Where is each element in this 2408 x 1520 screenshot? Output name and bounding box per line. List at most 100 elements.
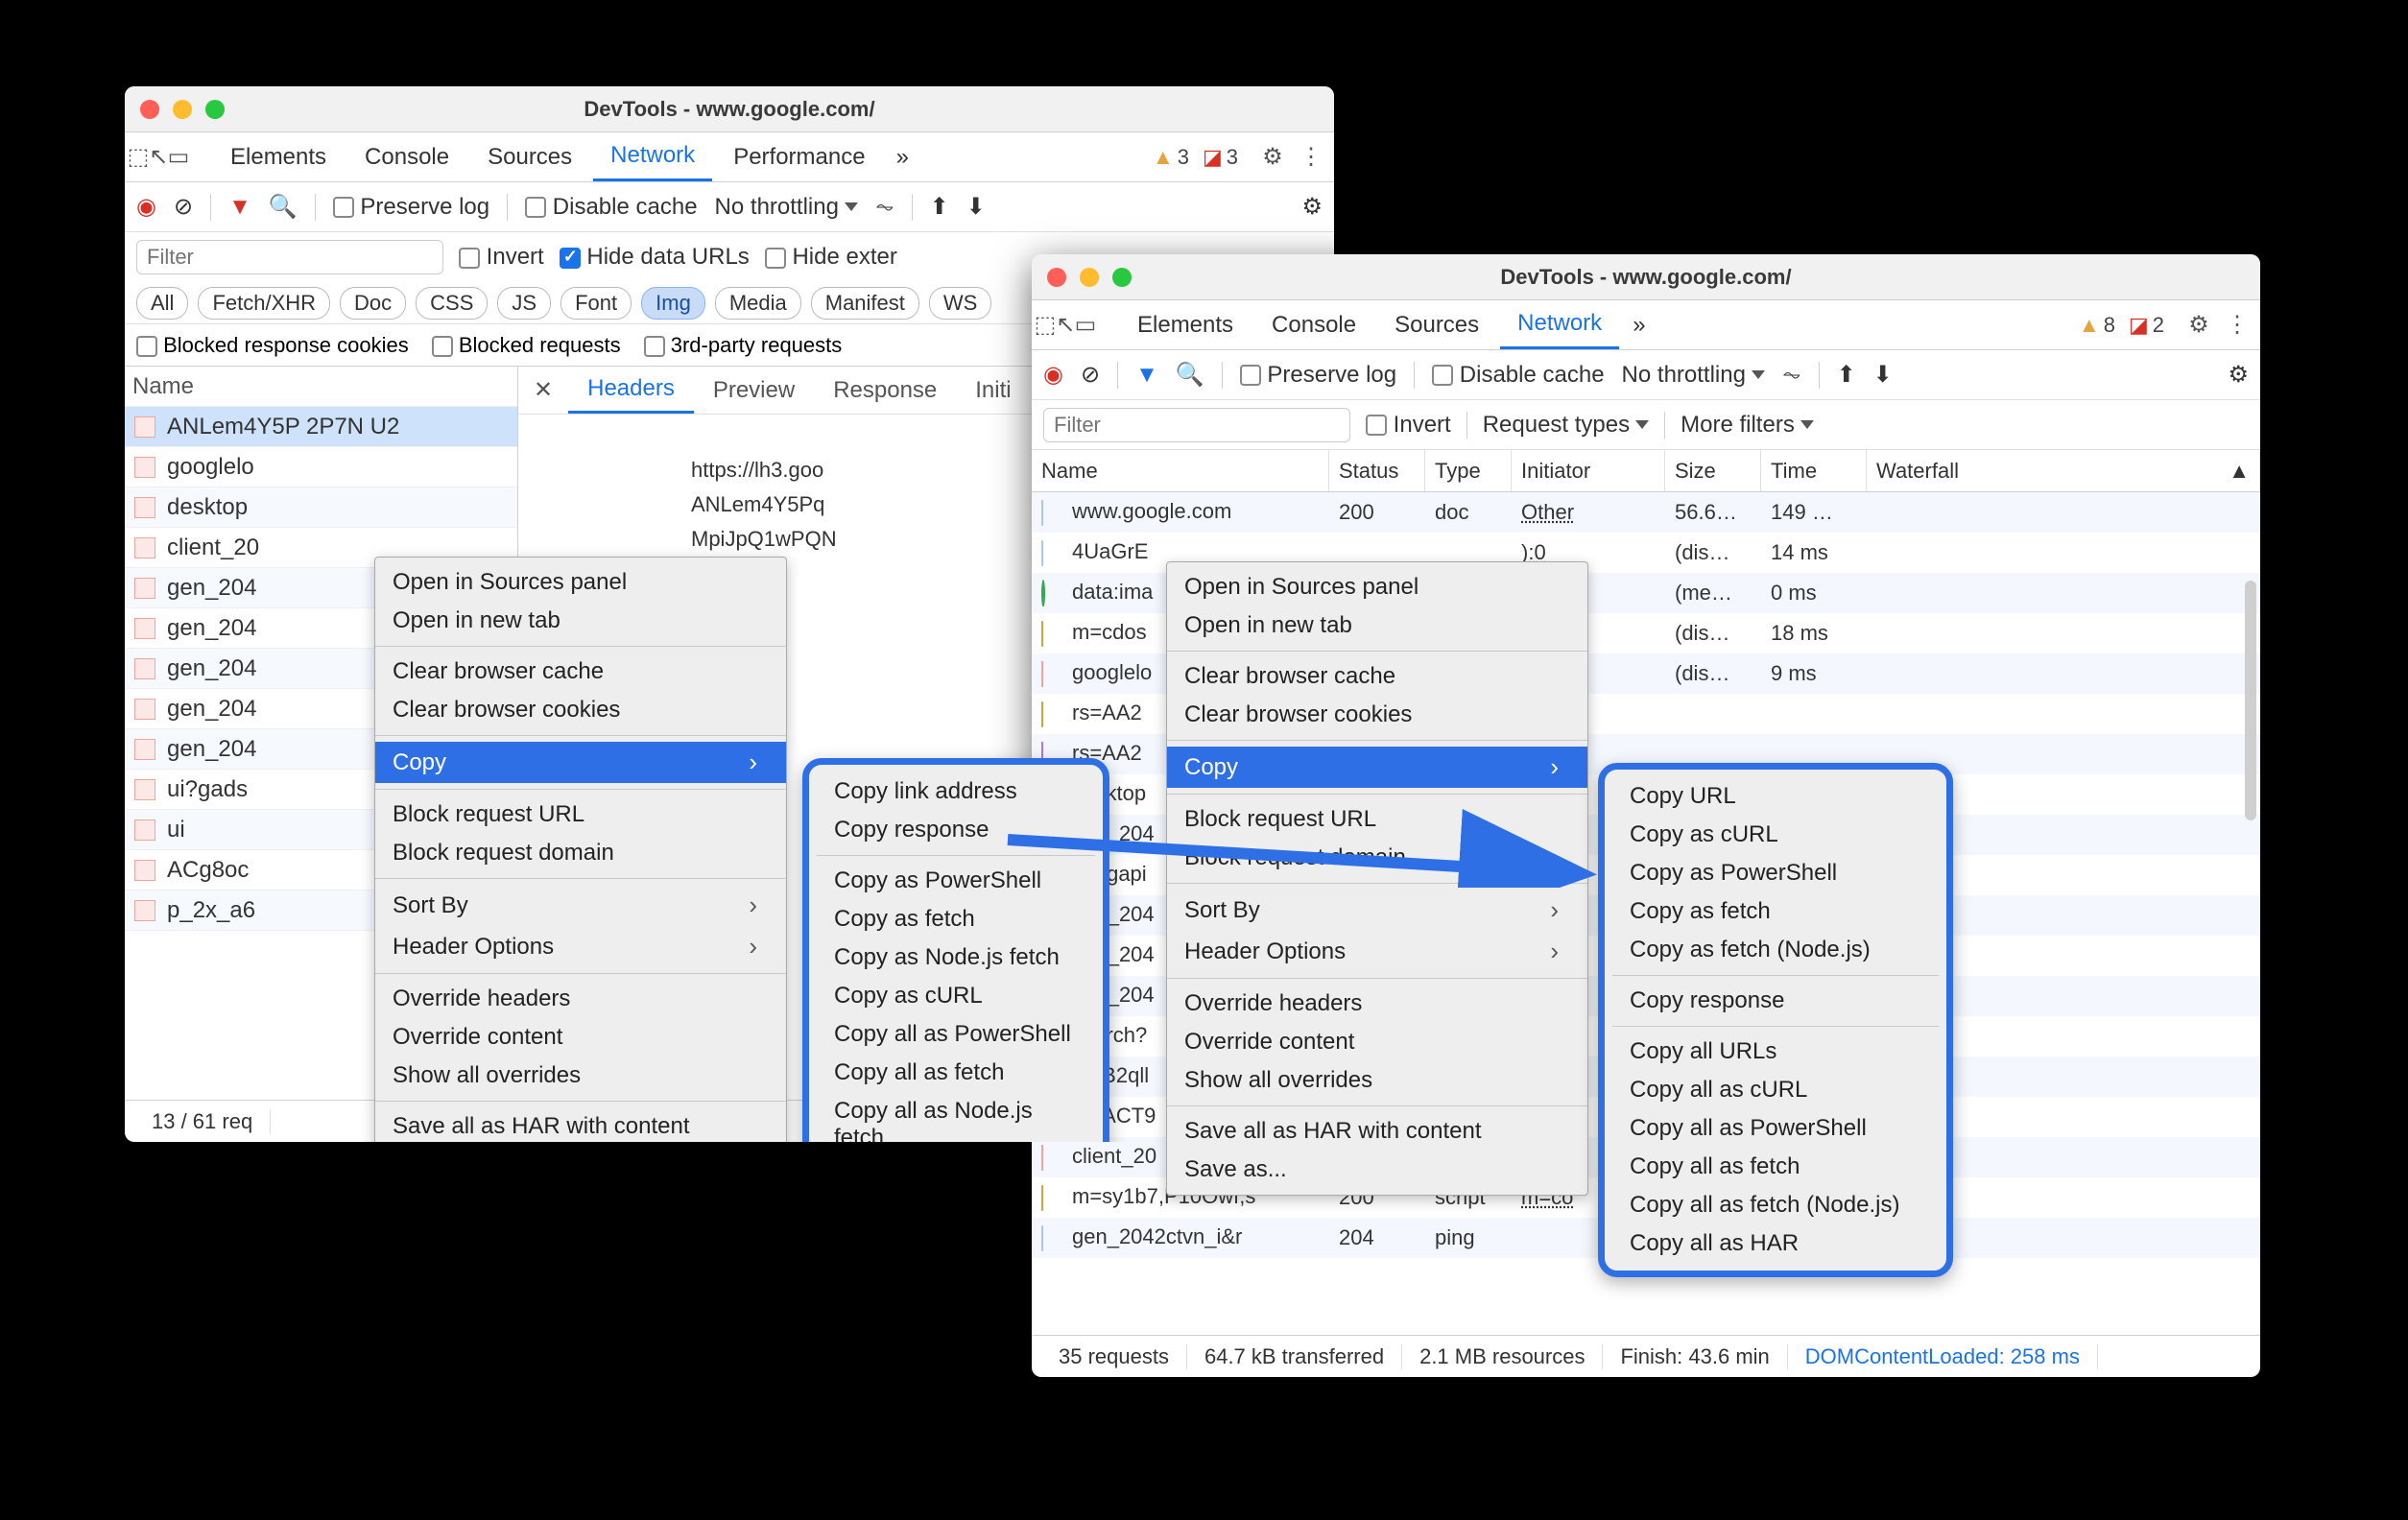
menu-item[interactable]: Open in new tab [1167,606,1587,645]
upload-icon[interactable]: ⬆ [930,193,949,221]
hide-extensions[interactable]: Hide exter [765,244,897,271]
zoom-icon[interactable] [1112,268,1132,287]
menu-item[interactable]: Clear browser cache [375,653,786,691]
submenu-item[interactable]: Copy all as Node.js fetch [809,1092,1103,1142]
submenu-item[interactable]: Copy all as fetch [809,1054,1103,1092]
menu-item[interactable]: Open in Sources panel [1167,568,1587,606]
throttling-select[interactable]: No throttling [715,194,858,221]
search-icon[interactable]: 🔍 [1176,361,1204,389]
errors-badge[interactable]: ◪3 [1203,145,1238,170]
col-name[interactable]: Name [1032,450,1329,491]
type-filter-all[interactable]: All [136,287,188,320]
invert-checkbox[interactable]: Invert [1366,412,1451,439]
more-filters[interactable]: More filters [1681,412,1814,439]
type-filter-media[interactable]: Media [715,287,801,320]
upload-icon[interactable]: ⬆ [1837,361,1856,389]
menu-item[interactable]: Show all overrides [1167,1061,1587,1100]
menu-item[interactable]: Sort By [375,885,786,926]
clear-icon[interactable]: ⊘ [174,193,193,221]
submenu-item[interactable]: Copy all as PowerShell [809,1015,1103,1054]
menu-item[interactable]: Block request domain [375,834,786,872]
filter-icon[interactable]: ▼ [1135,362,1158,389]
tab-elements[interactable]: Elements [213,132,344,181]
request-row[interactable]: desktop [125,487,517,528]
filter-input[interactable] [1043,408,1350,442]
warnings-badge[interactable]: ▲3 [1153,145,1189,170]
request-row[interactable]: googlelo [125,447,517,487]
throttling-select[interactable]: No throttling [1622,362,1765,389]
type-filter-ws[interactable]: WS [929,287,991,320]
headers-tab[interactable]: Headers [568,367,694,414]
menu-item[interactable]: Override content [375,1018,786,1057]
submenu-item[interactable]: Copy all as fetch (Node.js) [1605,1186,1946,1224]
hide-data-urls[interactable]: Hide data URLs [560,244,750,271]
preserve-log[interactable]: Preserve log [333,194,489,221]
submenu-item[interactable]: Copy as cURL [1605,816,1946,854]
gear-icon[interactable]: ⚙ [1301,193,1323,221]
gear-icon[interactable]: ⚙ [2228,361,2249,389]
submenu-item[interactable]: Copy as PowerShell [1605,854,1946,892]
menu-item[interactable]: Open in new tab [375,602,786,640]
scrollbar[interactable] [2245,581,2256,820]
record-icon[interactable]: ◉ [136,193,156,221]
menu-item[interactable]: Copy [375,742,786,783]
col-waterfall[interactable]: Waterfall▲ [1867,450,2260,491]
initiator-tab[interactable]: Initi [956,367,1030,414]
menu-item[interactable]: Header Options [1167,931,1587,972]
gear-icon[interactable]: ⚙ [1259,144,1286,171]
close-icon[interactable]: ✕ [518,376,568,404]
name-column-header[interactable]: Name [125,367,517,407]
inspect-icon[interactable]: ⬚↖ [134,144,161,171]
minimize-icon[interactable] [173,100,192,119]
tab-elements[interactable]: Elements [1120,300,1251,349]
tab-performance[interactable]: Performance [716,132,882,181]
submenu-item[interactable]: Copy URL [1605,777,1946,816]
disable-cache[interactable]: Disable cache [1432,362,1604,389]
more-tabs-icon[interactable]: » [887,144,918,171]
filter-input[interactable] [136,240,443,274]
submenu-item[interactable]: Copy as cURL [809,977,1103,1015]
menu-item[interactable]: Clear browser cookies [1167,696,1587,734]
preserve-log[interactable]: Preserve log [1240,362,1396,389]
col-type[interactable]: Type [1425,450,1512,491]
type-filter-doc[interactable]: Doc [340,287,406,320]
request-row[interactable]: ANLem4Y5P 2P7N U2 [125,407,517,447]
menu-item[interactable]: Save as... [1167,1151,1587,1189]
menu-item[interactable]: Show all overrides [375,1057,786,1095]
tab-network[interactable]: Network [593,132,712,181]
record-icon[interactable]: ◉ [1043,361,1063,389]
filter-icon[interactable]: ▼ [228,194,251,221]
close-icon[interactable] [140,100,159,119]
menu-item[interactable]: Save all as HAR with content [375,1107,786,1142]
submenu-item[interactable]: Copy as fetch [809,900,1103,938]
menu-item[interactable]: Clear browser cache [1167,657,1587,696]
invert-checkbox[interactable]: Invert [459,244,544,271]
submenu-item[interactable]: Copy all as cURL [1605,1071,1946,1109]
minimize-icon[interactable] [1080,268,1099,287]
device-icon[interactable]: ▭ [165,144,192,171]
tab-sources[interactable]: Sources [470,132,589,181]
submenu-item[interactable]: Copy as Node.js fetch [809,938,1103,977]
close-icon[interactable] [1047,268,1066,287]
zoom-icon[interactable] [205,100,225,119]
response-tab[interactable]: Response [814,367,956,414]
warnings-badge[interactable]: ▲8 [2079,313,2115,338]
submenu-item[interactable]: Copy all URLs [1605,1033,1946,1071]
menu-item[interactable]: Block request URL [375,796,786,834]
kebab-icon[interactable]: ⋮ [2224,312,2251,339]
type-filter-font[interactable]: Font [560,287,632,320]
blocked-cookies[interactable]: Blocked response cookies [136,333,409,358]
blocked-requests[interactable]: Blocked requests [432,333,621,358]
tab-console[interactable]: Console [347,132,466,181]
type-filter-manifest[interactable]: Manifest [811,287,919,320]
request-types[interactable]: Request types [1483,412,1649,439]
type-filter-img[interactable]: Img [641,287,705,320]
more-tabs-icon[interactable]: » [1623,312,1655,339]
search-icon[interactable]: 🔍 [269,193,298,221]
col-status[interactable]: Status [1329,450,1425,491]
download-icon[interactable]: ⬇ [966,193,986,221]
type-filter-fetch/xhr[interactable]: Fetch/XHR [198,287,330,320]
col-initiator[interactable]: Initiator [1512,450,1665,491]
menu-item[interactable]: Open in Sources panel [375,563,786,602]
gear-icon[interactable]: ⚙ [2185,312,2212,339]
